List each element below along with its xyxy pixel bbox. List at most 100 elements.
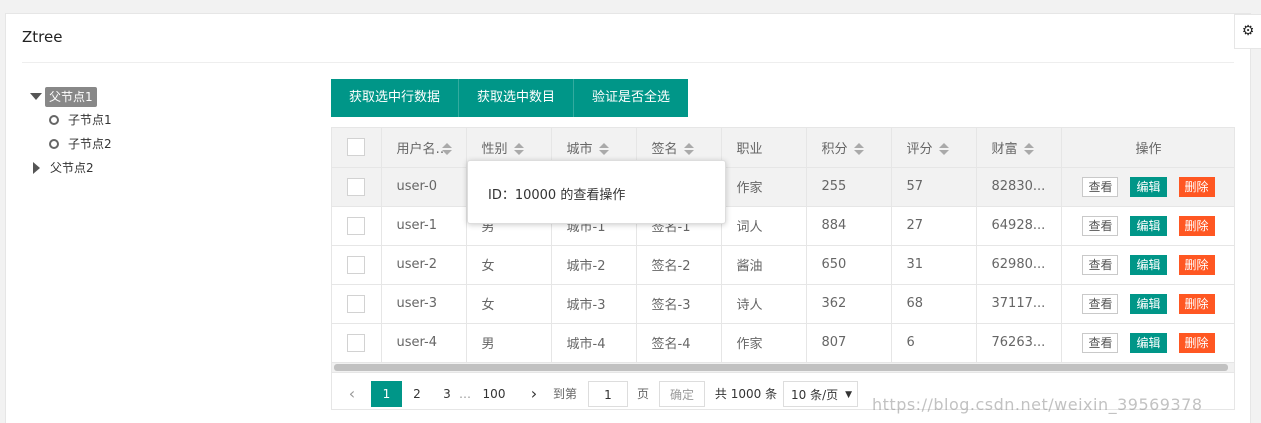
cell-wealth: 37117... xyxy=(976,284,1062,324)
tooltip-text: ID：10000 的查看操作 xyxy=(488,188,626,203)
cell-score: 31 xyxy=(891,245,977,285)
cell-job: 词人 xyxy=(721,206,807,246)
cell-city: 城市-3 xyxy=(551,284,637,324)
edit-button[interactable]: 编辑 xyxy=(1130,215,1167,236)
page-size-select[interactable]: 10 条/页 ▼ xyxy=(783,381,858,407)
sort-icon[interactable] xyxy=(513,143,524,156)
tree-node-child-2[interactable]: 子节点2 xyxy=(49,135,129,153)
header-points[interactable]: 积分 xyxy=(806,128,892,168)
cell-sign: 签名-2 xyxy=(636,245,722,285)
cell-sign: 签名-3 xyxy=(636,284,722,324)
cell-job: 酱油 xyxy=(721,245,807,285)
page-3-button[interactable]: 3 xyxy=(438,381,456,407)
view-button[interactable]: 查看 xyxy=(1082,293,1119,314)
expand-arrow-icon[interactable] xyxy=(30,93,42,100)
cell-points: 650 xyxy=(806,245,892,285)
next-page-icon[interactable]: › xyxy=(527,381,541,407)
row-checkbox-cell[interactable] xyxy=(332,323,382,363)
row-checkbox-cell[interactable] xyxy=(332,245,382,285)
select-all-checkbox[interactable] xyxy=(347,138,365,157)
panel-divider xyxy=(22,62,1234,63)
cell-sex: 女 xyxy=(466,245,552,285)
header-score[interactable]: 评分 xyxy=(891,128,977,168)
cell-username: user-1 xyxy=(381,206,467,246)
total-count: 共 1000 条 xyxy=(714,387,778,401)
delete-button[interactable]: 删除 xyxy=(1178,332,1215,353)
row-checkbox[interactable] xyxy=(347,294,365,313)
edit-button[interactable]: 编辑 xyxy=(1130,254,1167,275)
delete-button[interactable]: 删除 xyxy=(1178,254,1215,275)
tree-node-label[interactable]: 父节点2 xyxy=(50,159,94,177)
cell-score: 6 xyxy=(891,323,977,363)
tree-node-parent-1[interactable]: 父节点1 xyxy=(30,87,110,107)
get-selected-count-button[interactable]: 获取选中数目 xyxy=(459,79,575,117)
delete-button[interactable]: 删除 xyxy=(1178,176,1215,197)
row-checkbox[interactable] xyxy=(347,333,365,352)
panel-title: Ztree xyxy=(22,28,63,46)
header-username[interactable]: 用户名 xyxy=(381,128,467,168)
tree-node-child-1[interactable]: 子节点1 xyxy=(49,111,129,129)
edit-button[interactable]: 编辑 xyxy=(1130,293,1167,314)
row-checkbox[interactable] xyxy=(347,216,365,235)
sort-icon[interactable] xyxy=(683,143,694,156)
table-row[interactable]: user-2 女城市-2 签名-2 酱油 650 31 62980... 查看 编辑 删除 xyxy=(332,245,1234,285)
radio-circle-icon[interactable] xyxy=(49,139,59,149)
horizontal-scrollbar[interactable] xyxy=(332,363,1234,372)
cell-wealth: 62980... xyxy=(976,245,1062,285)
last-page-button[interactable]: 100 xyxy=(480,381,508,407)
tree-node-label[interactable]: 子节点2 xyxy=(68,135,112,153)
row-checkbox-cell[interactable] xyxy=(332,284,382,324)
view-button[interactable]: 查看 xyxy=(1082,254,1119,275)
cell-job: 诗人 xyxy=(721,284,807,324)
row-actions: 查看 编辑 删除 xyxy=(1061,206,1234,246)
table-row[interactable]: user-3 女城市-3 签名-3 诗人 362 68 37117... 查看 编辑 删除 xyxy=(332,284,1234,324)
page-unit-label: 页 xyxy=(636,387,649,401)
edit-button[interactable]: 编辑 xyxy=(1130,176,1167,197)
view-button[interactable]: 查看 xyxy=(1082,332,1119,353)
gear-icon[interactable]: ⚙ xyxy=(1234,14,1261,49)
view-action-tooltip: ID：10000 的查看操作 xyxy=(467,160,726,224)
edit-button[interactable]: 编辑 xyxy=(1130,332,1167,353)
chevron-down-icon: ▼ xyxy=(845,390,852,400)
view-button[interactable]: 查看 xyxy=(1082,176,1119,197)
view-button[interactable]: 查看 xyxy=(1082,215,1119,236)
page-1-button[interactable]: 1 xyxy=(371,381,402,407)
goto-label: 到第 xyxy=(552,387,577,401)
prev-page-icon[interactable]: ‹ xyxy=(345,381,359,407)
tree-node-label[interactable]: 父节点1 xyxy=(45,87,97,107)
cell-points: 807 xyxy=(806,323,892,363)
check-all-selected-button[interactable]: 验证是否全选 xyxy=(574,79,689,117)
sort-icon[interactable] xyxy=(598,143,609,156)
row-actions: 查看 编辑 删除 xyxy=(1061,284,1234,324)
row-checkbox[interactable] xyxy=(347,177,365,196)
goto-page-input[interactable]: 1 xyxy=(588,381,628,407)
sort-icon[interactable] xyxy=(938,143,949,156)
collapse-arrow-icon[interactable] xyxy=(33,162,40,174)
cell-wealth: 82830... xyxy=(976,167,1062,207)
sort-icon[interactable] xyxy=(853,143,864,156)
watermark: https://blog.csdn.net/weixin_39569378 xyxy=(872,395,1203,414)
row-checkbox-cell[interactable] xyxy=(332,167,382,207)
goto-confirm-button[interactable]: 确定 xyxy=(659,381,705,407)
table-row[interactable]: user-4 男城市-4 签名-4 作家 807 6 76263... 查看 编辑 删除 xyxy=(332,323,1234,363)
header-actions: 操作 xyxy=(1061,128,1234,168)
delete-button[interactable]: 删除 xyxy=(1178,293,1215,314)
toolbar: 获取选中行数据 获取选中数目 验证是否全选 xyxy=(331,79,689,117)
cell-city: 城市-4 xyxy=(551,323,637,363)
cell-score: 27 xyxy=(891,206,977,246)
row-actions: 查看 编辑 删除 xyxy=(1061,323,1234,363)
header-select-all[interactable] xyxy=(332,128,382,168)
cell-username: user-4 xyxy=(381,323,467,363)
row-checkbox[interactable] xyxy=(347,255,365,274)
tree-node-label[interactable]: 子节点1 xyxy=(68,111,112,129)
radio-circle-icon[interactable] xyxy=(49,115,59,125)
page-2-button[interactable]: 2 xyxy=(408,381,426,407)
cell-job: 作家 xyxy=(721,167,807,207)
delete-button[interactable]: 删除 xyxy=(1178,215,1215,236)
row-checkbox-cell[interactable] xyxy=(332,206,382,246)
tree-node-parent-2[interactable]: 父节点2 xyxy=(30,159,110,177)
get-selected-rows-button[interactable]: 获取选中行数据 xyxy=(331,79,460,117)
scrollbar-thumb[interactable] xyxy=(334,364,1228,371)
header-wealth[interactable]: 财富 xyxy=(976,128,1062,168)
sort-icon[interactable] xyxy=(1023,143,1034,156)
